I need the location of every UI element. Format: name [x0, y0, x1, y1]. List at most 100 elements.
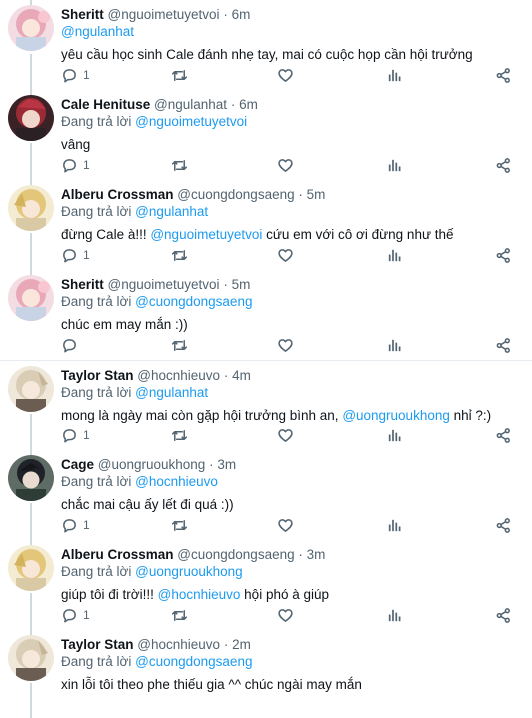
- user-handle[interactable]: @cuongdongsaeng: [177, 187, 294, 202]
- reply-button[interactable]: 1: [61, 246, 90, 264]
- retweet-button[interactable]: [171, 336, 188, 354]
- tweet[interactable]: Alberu Crossman @cuongdongsaeng · 5m Đan…: [0, 180, 532, 270]
- display-name[interactable]: Alberu Crossman: [61, 187, 174, 202]
- timestamp[interactable]: 2m: [232, 637, 251, 652]
- tweet[interactable]: Cage @uongruoukhong · 3m Đang trả lời @h…: [0, 450, 532, 540]
- like-button[interactable]: [277, 606, 294, 624]
- text-segment: yêu cầu học sinh Cale đánh nhẹ tay, mai …: [61, 47, 473, 62]
- mention-link[interactable]: @nguoimetuyetvoi: [150, 227, 262, 242]
- text-segment: đừng Cale à!!!: [61, 227, 151, 242]
- retweet-icon: [171, 249, 188, 261]
- reply-to-mention[interactable]: @cuongdongsaeng: [135, 654, 252, 669]
- avatar[interactable]: [8, 185, 54, 231]
- stats-button[interactable]: [386, 246, 403, 264]
- timestamp[interactable]: 5m: [307, 187, 326, 202]
- share-button[interactable]: [495, 606, 512, 624]
- reply-button[interactable]: [61, 336, 83, 354]
- timestamp[interactable]: 3m: [217, 457, 236, 472]
- reply-icon: [63, 158, 76, 172]
- reply-button[interactable]: 1: [61, 606, 90, 624]
- like-button[interactable]: [277, 246, 294, 264]
- reply-to-mention[interactable]: @ngulanhat: [135, 204, 208, 219]
- display-name[interactable]: Alberu Crossman: [61, 547, 174, 562]
- reply-icon: [63, 338, 76, 352]
- share-button[interactable]: [495, 156, 512, 174]
- user-handle[interactable]: @hocnhieuvo: [137, 368, 220, 383]
- reply-button[interactable]: 1: [61, 66, 90, 84]
- avatar[interactable]: [8, 545, 54, 591]
- share-button[interactable]: [495, 516, 512, 534]
- user-handle[interactable]: @hocnhieuvo: [137, 637, 220, 652]
- timestamp[interactable]: 4m: [232, 368, 251, 383]
- avatar[interactable]: [8, 635, 54, 681]
- display-name[interactable]: Cage: [61, 457, 94, 472]
- stats-button[interactable]: [386, 336, 403, 354]
- timestamp[interactable]: 6m: [232, 7, 251, 22]
- timestamp[interactable]: 5m: [232, 277, 251, 292]
- reply-button[interactable]: 1: [61, 426, 90, 444]
- share-button[interactable]: [495, 246, 512, 264]
- share-button[interactable]: [495, 336, 512, 354]
- retweet-button[interactable]: [171, 246, 188, 264]
- replying-to-label: Đang trả lời: [61, 294, 132, 309]
- retweet-button[interactable]: [171, 606, 188, 624]
- retweet-button[interactable]: [171, 156, 188, 174]
- thread-line: [30, 503, 32, 540]
- tweet-text: đừng Cale à!!! @nguoimetuyetvoi cứu em v…: [61, 226, 524, 243]
- user-handle[interactable]: @nguoimetuyetvoi: [108, 277, 220, 292]
- tweet[interactable]: Taylor Stan @hocnhieuvo · 4m Đang trả lờ…: [0, 360, 532, 450]
- mention-link[interactable]: @uongruoukhong: [342, 408, 450, 423]
- display-name[interactable]: Cale Henituse: [61, 97, 150, 112]
- share-button[interactable]: [495, 66, 512, 84]
- share-button[interactable]: [495, 426, 512, 444]
- text-segment: mong là ngày mai còn gặp hội trưởng bình…: [61, 408, 343, 423]
- reply-button[interactable]: 1: [61, 156, 90, 174]
- like-button[interactable]: [277, 156, 294, 174]
- stats-button[interactable]: [386, 426, 403, 444]
- timestamp[interactable]: 3m: [307, 547, 326, 562]
- display-name[interactable]: Sheritt: [61, 7, 104, 22]
- tweet[interactable]: Alberu Crossman @cuongdongsaeng · 3m Đan…: [0, 540, 532, 630]
- avatar[interactable]: [8, 275, 54, 321]
- tweet[interactable]: Sheritt @nguoimetuyetvoi · 6m @ngulanhat…: [0, 0, 532, 90]
- stats-button[interactable]: [386, 66, 403, 84]
- reply-button[interactable]: 1: [61, 516, 90, 534]
- stats-button[interactable]: [386, 516, 403, 534]
- reply-to-mention[interactable]: @uongruoukhong: [135, 564, 243, 579]
- user-handle[interactable]: @uongruoukhong: [98, 457, 206, 472]
- like-button[interactable]: [277, 336, 294, 354]
- user-handle[interactable]: @ngulanhat: [154, 97, 227, 112]
- reply-to-mention[interactable]: @hocnhieuvo: [135, 474, 218, 489]
- text-segment: vâng: [61, 137, 91, 152]
- heart-icon: [278, 518, 293, 532]
- display-name[interactable]: Sheritt: [61, 277, 104, 292]
- like-button[interactable]: [277, 516, 294, 534]
- tweet[interactable]: Sheritt @nguoimetuyetvoi · 5m Đang trả l…: [0, 270, 532, 360]
- timestamp[interactable]: 6m: [239, 97, 258, 112]
- reply-to-mention[interactable]: @ngulanhat: [61, 24, 134, 39]
- display-name[interactable]: Taylor Stan: [61, 368, 134, 383]
- avatar[interactable]: [8, 455, 54, 501]
- stats-icon: [388, 159, 401, 171]
- like-button[interactable]: [277, 66, 294, 84]
- stats-button[interactable]: [386, 156, 403, 174]
- retweet-button[interactable]: [171, 66, 188, 84]
- reply-to-mention[interactable]: @nguoimetuyetvoi: [135, 114, 247, 129]
- tweet[interactable]: Cale Henituse @ngulanhat · 6m Đang trả l…: [0, 90, 532, 180]
- retweet-button[interactable]: [171, 426, 188, 444]
- user-handle[interactable]: @nguoimetuyetvoi: [108, 7, 220, 22]
- avatar[interactable]: [8, 5, 54, 51]
- stats-icon: [388, 519, 401, 531]
- text-segment: hội phó à giúp: [240, 587, 329, 602]
- avatar[interactable]: [8, 95, 54, 141]
- avatar[interactable]: [8, 366, 54, 412]
- reply-to-mention[interactable]: @cuongdongsaeng: [135, 294, 252, 309]
- mention-link[interactable]: @hocnhieuvo: [158, 587, 241, 602]
- display-name[interactable]: Taylor Stan: [61, 637, 134, 652]
- stats-button[interactable]: [386, 606, 403, 624]
- user-handle[interactable]: @cuongdongsaeng: [177, 547, 294, 562]
- like-button[interactable]: [277, 426, 294, 444]
- tweet[interactable]: Taylor Stan @hocnhieuvo · 2m Đang trả lờ…: [0, 630, 532, 718]
- reply-to-mention[interactable]: @ngulanhat: [135, 385, 208, 400]
- retweet-button[interactable]: [171, 516, 188, 534]
